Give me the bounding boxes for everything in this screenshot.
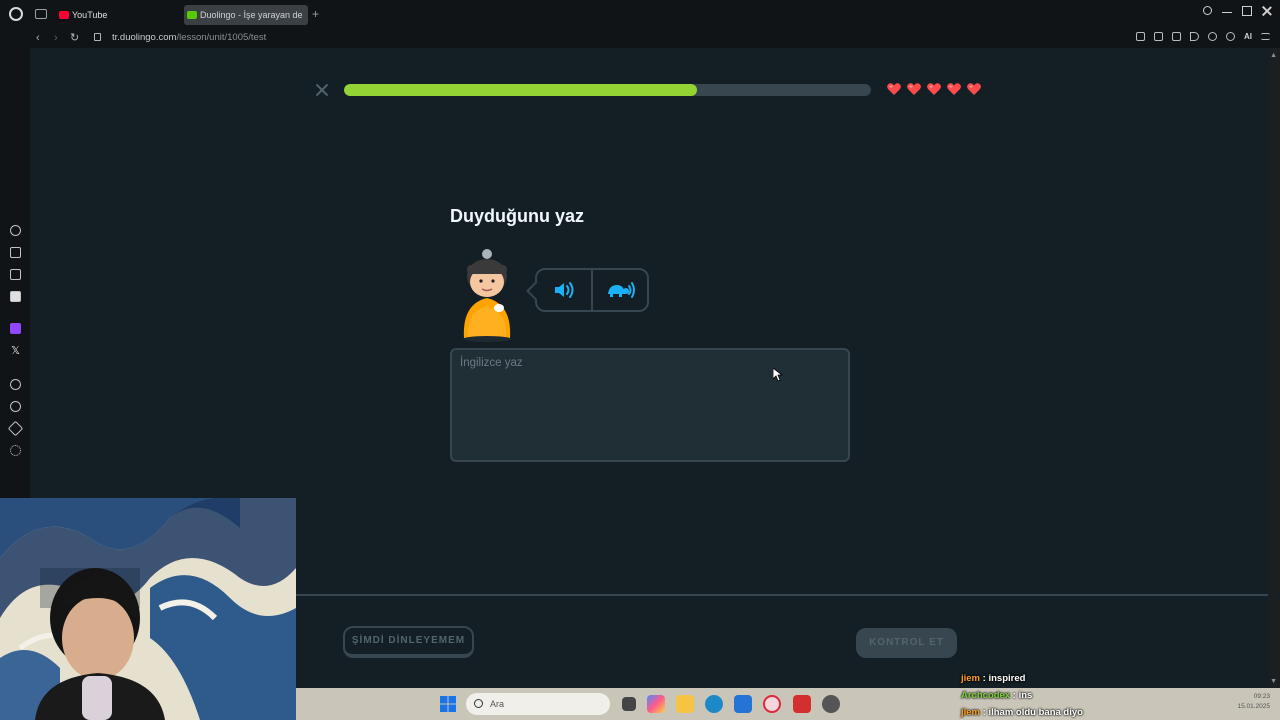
chat-user: jiem xyxy=(961,707,981,718)
new-tab-icon[interactable]: + xyxy=(312,7,319,21)
scroll-up-icon[interactable]: ▲ xyxy=(1270,52,1277,59)
answer-input[interactable] xyxy=(450,348,850,462)
turtle-icon xyxy=(608,282,635,298)
page-scrollbar[interactable] xyxy=(1268,48,1280,688)
chat-text: inspired xyxy=(988,673,1026,684)
taskbar-search-placeholder: Ara xyxy=(490,699,505,709)
back-icon[interactable]: ‹ xyxy=(36,30,40,46)
url-field[interactable]: tr.duolingo.com/lesson/unit/1005/test xyxy=(112,31,266,45)
snapshot-icon[interactable] xyxy=(1154,32,1163,41)
menu-icon[interactable] xyxy=(1261,33,1270,40)
taskbar-search[interactable]: Ara xyxy=(466,693,610,715)
footer-divider xyxy=(296,594,1268,596)
play-icon[interactable] xyxy=(1190,32,1199,41)
heart-icon xyxy=(907,83,921,95)
chat-user: Archcodex xyxy=(961,690,1011,701)
tab-duolingo[interactable]: Duolingo - İşe yarayan de xyxy=(184,5,308,25)
cant-listen-now-button[interactable]: ŞİMDİ DİNLEYEMEM xyxy=(343,626,474,658)
stream-chat: jiem : inspired Archcodex : ins jiem : i… xyxy=(961,670,1083,720)
tab-label: Duolingo - İşe yarayan de xyxy=(200,10,303,20)
tab-youtube[interactable]: YouTube xyxy=(56,5,176,25)
screen: YouTube Duolingo - İşe yarayan de + ‹ › … xyxy=(0,0,1280,720)
heart-icon xyxy=(947,83,961,95)
chat-message: jiem : ilham oldu bana diyo xyxy=(961,707,1083,718)
app-red-icon[interactable] xyxy=(793,695,811,713)
minimize-icon[interactable] xyxy=(1222,6,1232,13)
heart-icon xyxy=(887,83,901,95)
heart-icon xyxy=(927,83,941,95)
duolingo-favicon-icon xyxy=(187,11,197,19)
maximize-icon[interactable] xyxy=(1242,6,1252,16)
edge-icon[interactable] xyxy=(705,695,723,713)
task-view-icon[interactable] xyxy=(622,697,636,711)
lock-icon[interactable] xyxy=(94,33,101,41)
tab-search-icon[interactable] xyxy=(1203,6,1212,15)
play-slow-audio-button[interactable] xyxy=(591,270,647,310)
toolbar-icons: AI xyxy=(1136,32,1270,41)
chat-user: jiem xyxy=(961,673,981,684)
mouse-cursor-icon xyxy=(773,368,783,382)
messenger-icon[interactable] xyxy=(10,291,21,302)
store-icon[interactable] xyxy=(734,695,752,713)
page-title: Duyduğunu yaz xyxy=(450,206,584,226)
browser-tab-bar: YouTube Duolingo - İşe yarayan de + xyxy=(0,0,1280,28)
character-illustration xyxy=(463,249,511,342)
profile-icon[interactable] xyxy=(1226,32,1235,41)
window-controls xyxy=(1203,6,1272,16)
extensions-icon[interactable] xyxy=(10,269,21,280)
close-lesson-icon[interactable] xyxy=(314,82,330,98)
file-explorer-icon[interactable] xyxy=(676,695,694,713)
copilot-icon[interactable] xyxy=(647,695,665,713)
audio-controls xyxy=(535,268,649,312)
clock-time: 09:23 xyxy=(1253,693,1270,700)
reload-icon[interactable]: ↻ xyxy=(70,30,79,46)
check-button[interactable]: KONTROL ET xyxy=(856,628,957,658)
tab-islands-icon[interactable] xyxy=(35,9,47,19)
opera-taskbar-icon[interactable] xyxy=(763,695,781,713)
search-icon xyxy=(474,699,483,708)
aria-icon[interactable] xyxy=(10,247,21,258)
webcam-feed xyxy=(0,498,296,720)
heart-icon xyxy=(967,83,981,95)
progress-fill xyxy=(344,84,698,96)
aria-ai-button[interactable]: AI xyxy=(1244,32,1252,41)
hearts xyxy=(886,81,982,97)
pinboard-icon[interactable] xyxy=(7,420,24,437)
windows-start-icon[interactable] xyxy=(440,696,456,712)
speed-dial-icon[interactable] xyxy=(10,225,21,236)
twitch-icon[interactable] xyxy=(10,323,21,334)
pin-icon[interactable] xyxy=(1136,32,1145,41)
chat-text: ins xyxy=(1018,690,1033,701)
close-window-icon[interactable] xyxy=(1262,6,1272,16)
tab-label: YouTube xyxy=(72,10,108,20)
chat-message: jiem : inspired xyxy=(961,673,1026,684)
opera-logo-icon[interactable] xyxy=(9,7,23,21)
url-path: /lesson/unit/1005/test xyxy=(176,32,267,43)
player-icon[interactable] xyxy=(10,379,21,390)
chat-message: Archcodex : ins xyxy=(961,690,1033,701)
speaker-icon xyxy=(555,282,574,298)
forward-icon[interactable]: › xyxy=(54,30,58,46)
play-audio-button[interactable] xyxy=(537,270,591,310)
system-tray: 09:23 15.01.2025 xyxy=(1237,692,1270,712)
windows-taskbar: Ara 09:23 15.01.2025 xyxy=(296,688,1280,720)
heart-outline-icon[interactable] xyxy=(1208,32,1217,41)
app-settings-icon[interactable] xyxy=(822,695,840,713)
scroll-down-icon[interactable]: ▼ xyxy=(1270,678,1277,685)
chat-text: ilham oldu bana diyo xyxy=(988,707,1083,718)
clock-date: 15.01.2025 xyxy=(1237,703,1270,710)
x-twitter-icon[interactable]: 𝕏 xyxy=(10,346,21,357)
settings-icon[interactable] xyxy=(10,445,21,456)
youtube-favicon-icon xyxy=(59,11,69,19)
url-host: tr.duolingo.com xyxy=(112,32,177,43)
shield-icon[interactable] xyxy=(1172,32,1181,41)
lesson-progress-bar xyxy=(344,84,871,96)
address-bar: ‹ › ↻ tr.duolingo.com/lesson/unit/1005/t… xyxy=(0,28,1280,48)
history-icon[interactable] xyxy=(10,401,21,412)
